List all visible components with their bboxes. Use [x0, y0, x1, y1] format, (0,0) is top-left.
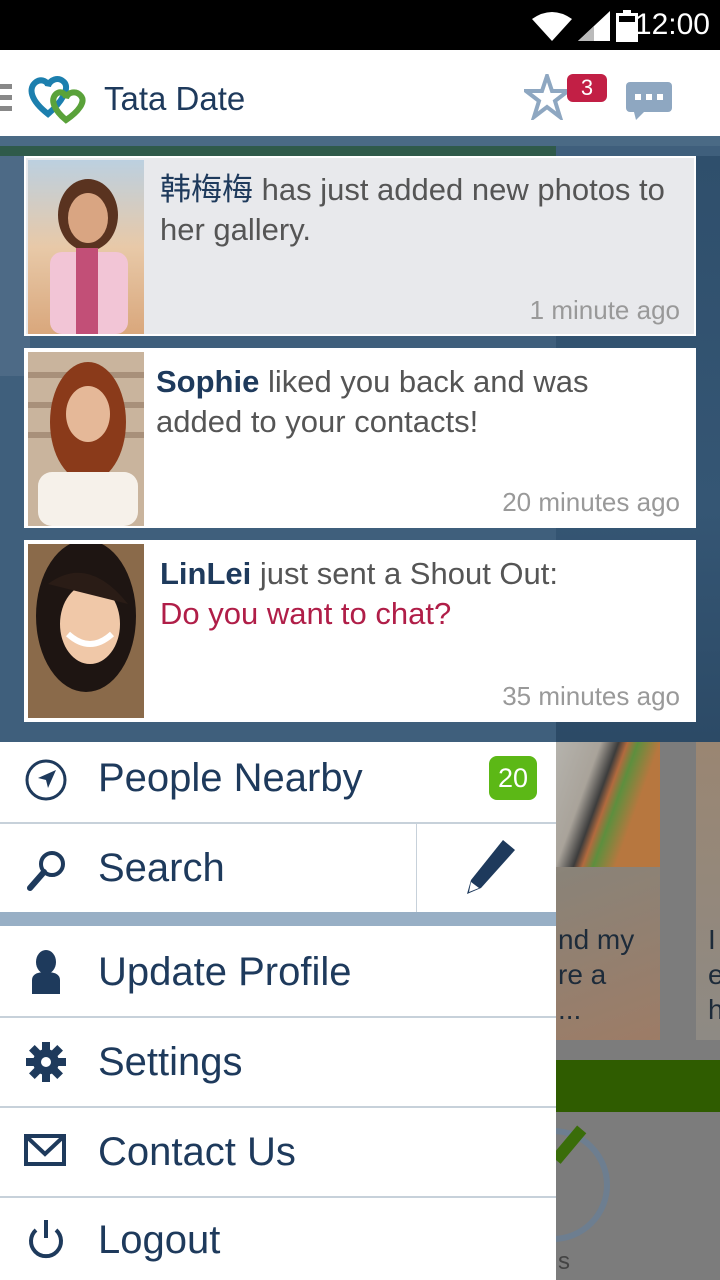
menu-item-label: Contact Us [98, 1130, 296, 1174]
notification-message: 韩梅梅 has just added new photos to her gal… [160, 170, 680, 250]
background-card-text: I e h [708, 924, 720, 1025]
timestamp: 20 minutes ago [502, 487, 680, 517]
signal-icon [578, 11, 610, 41]
menu-item-search[interactable]: Search [0, 824, 556, 912]
menu-item-settings[interactable]: Settings [0, 1018, 556, 1108]
power-icon [29, 1220, 63, 1259]
gear-icon [26, 1042, 66, 1082]
menu-item-label: Logout [98, 1218, 221, 1262]
menu-item-label: People Nearby [98, 756, 363, 800]
navigation-drawer: People Nearby 20 Search Update Profile S… [0, 742, 556, 1280]
chat-bubble-icon[interactable] [626, 82, 672, 122]
shout-out-message: Do you want to chat? [160, 596, 452, 631]
menu-divider [0, 912, 556, 926]
favorites-badge: 3 [567, 74, 607, 102]
status-icons [532, 10, 638, 42]
clock: 12:00 [634, 8, 710, 41]
notification-text: just sent a Shout Out: [251, 556, 559, 591]
navigation-arrow-icon [25, 759, 67, 801]
envelope-icon [24, 1134, 66, 1166]
background-card: I e h [696, 742, 720, 1040]
edit-search-button[interactable] [416, 824, 556, 912]
star-icon[interactable] [524, 74, 570, 120]
menu-item-label: Search [98, 846, 225, 890]
person-icon [32, 950, 60, 994]
menu-item-contact-us[interactable]: Contact Us [0, 1108, 556, 1198]
status-bar: 12:00 [0, 0, 720, 50]
sender-name[interactable]: Sophie [156, 364, 259, 399]
wifi-icon [532, 12, 572, 41]
app-title: Tata Date [104, 80, 246, 117]
menu-icon[interactable] [0, 84, 12, 114]
people-nearby-count-badge: 20 [489, 756, 537, 800]
menu-item-logout[interactable]: Logout [0, 1198, 556, 1280]
logo-hearts-icon[interactable] [26, 74, 92, 124]
notification-message: Sophie liked you back and was added to y… [156, 362, 676, 442]
notification-card[interactable]: Sophie liked you back and was added to y… [24, 348, 696, 528]
background-card: nd my re a ... [556, 742, 660, 1040]
avatar[interactable] [28, 160, 144, 334]
pencil-icon [467, 840, 515, 894]
menu-item-people-nearby[interactable]: People Nearby 20 [0, 742, 556, 824]
search-icon [27, 851, 65, 891]
timestamp: 1 minute ago [529, 295, 680, 325]
menu-item-label: Settings [98, 1040, 243, 1084]
notification-card[interactable]: 韩梅梅 has just added new photos to her gal… [24, 156, 696, 336]
timestamp: 35 minutes ago [502, 681, 680, 711]
sender-name[interactable]: LinLei [160, 556, 251, 591]
menu-item-update-profile[interactable]: Update Profile [0, 926, 556, 1018]
background-card-text: nd my re a ... [558, 924, 635, 1025]
app-bar: Tata Date 3 [0, 50, 720, 136]
background-feed: nd my re a ... I e h s [496, 742, 720, 1280]
notification-card[interactable]: LinLei just sent a Shout Out: Do you wan… [24, 540, 696, 722]
avatar[interactable] [28, 544, 144, 718]
background-label: s [558, 1248, 570, 1275]
menu-item-label: Update Profile [98, 950, 352, 994]
avatar[interactable] [28, 352, 144, 526]
sender-name[interactable]: 韩梅梅 [160, 172, 253, 207]
notification-message: LinLei just sent a Shout Out: Do you wan… [160, 554, 680, 634]
